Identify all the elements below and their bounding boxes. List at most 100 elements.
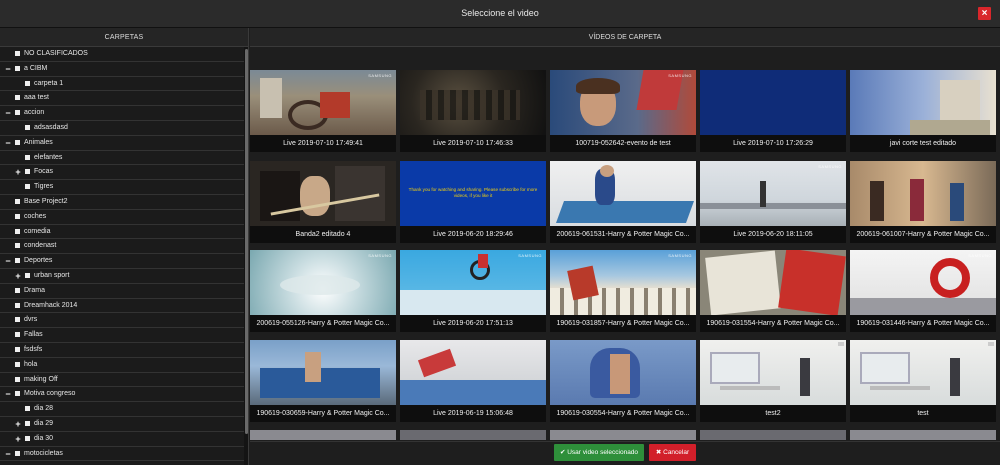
folder-label: aaa test [24, 94, 49, 102]
video-card[interactable]: Banda2 editado 4 [250, 161, 396, 243]
collapse-icon[interactable]: − [4, 254, 12, 268]
video-card[interactable]: SAMSUNG Live 2019-07-10 17:49:41 [250, 70, 396, 152]
videos-panel: VÍDEOS DE CARPETA SAMSUNG Live 2019-07-10… [250, 28, 1000, 465]
folder-label: elefantes [34, 153, 63, 161]
folder-icon [15, 317, 20, 323]
video-card[interactable]: SAMSUNG 200619-055126-Harry & Potter Magi… [250, 250, 396, 332]
cancel-button[interactable]: ✖ Cancelar [649, 444, 696, 461]
folder-item[interactable]: Fallas [0, 328, 244, 343]
expand-icon[interactable]: + [14, 432, 22, 446]
video-title: 190619-031554-Harry & Potter Magic Co... [700, 315, 846, 332]
video-card[interactable]: SAMSUNG Live 2019-06-20 18:11:05 [700, 161, 846, 243]
video-thumbnail [550, 161, 696, 226]
cancel-label: Cancelar [663, 449, 690, 456]
video-thumbnail: SAMSUNG [550, 70, 696, 135]
video-card[interactable]: Live 2019-06-19 15:06:48 [400, 340, 546, 422]
folder-icon [15, 450, 20, 456]
folder-item[interactable]: dvrs [0, 313, 244, 329]
folder-item[interactable]: Tigres [0, 180, 244, 195]
folder-icon [25, 184, 30, 190]
folder-item[interactable]: elefantes [0, 151, 244, 166]
folder-item[interactable]: hola [0, 358, 244, 373]
folder-item[interactable]: − Deportes [0, 254, 244, 269]
folders-scrollbar-thumb[interactable] [245, 49, 248, 434]
video-card[interactable] [700, 430, 846, 440]
video-thumbnail [250, 161, 396, 226]
video-thumbnail: SAMSUNG [250, 250, 396, 315]
folder-item[interactable]: making Off [0, 373, 244, 388]
folder-icon [15, 228, 20, 234]
video-card[interactable]: SAMSUNG 100719-052642-evento de test [550, 70, 696, 152]
video-thumbnail [550, 430, 696, 440]
dialog-titlebar: Seleccione el video × [0, 0, 1000, 28]
use-selected-video-button[interactable]: ✔ Usar video seleccionado [554, 444, 644, 461]
expand-icon[interactable]: + [14, 165, 22, 179]
folder-item[interactable]: − accion [0, 106, 244, 121]
folder-icon [15, 287, 20, 293]
folder-item[interactable]: Dreamhack 2014 [0, 299, 244, 314]
folder-label: condenast [24, 242, 57, 250]
folder-icon [25, 154, 30, 160]
folder-icon [25, 435, 30, 441]
video-card[interactable]: 190619-030659-Harry & Potter Magic Co... [250, 340, 396, 422]
folder-item[interactable]: Base Project2 [0, 195, 244, 210]
video-card[interactable]: Live 2019-07-10 17:26:29 [700, 70, 846, 152]
video-card[interactable] [400, 430, 546, 440]
folder-label: Focas [34, 168, 54, 176]
video-card[interactable]: Live 2019-07-10 17:46:33 [400, 70, 546, 152]
video-card[interactable] [850, 430, 996, 440]
folder-item[interactable]: − Motiva congreso [0, 387, 244, 403]
video-card[interactable]: SAMSUNG 190619-031857-Harry & Potter Magi… [550, 250, 696, 332]
folder-label: Motiva congreso [24, 390, 76, 398]
folder-item[interactable]: fsdsfs [0, 343, 244, 358]
folder-icon [15, 95, 20, 101]
folder-icon [25, 406, 30, 412]
folder-label: hola [24, 360, 38, 368]
video-title: 200619-061531-Harry & Potter Magic Co... [550, 226, 696, 243]
video-card[interactable]: javi corte test editado [850, 70, 996, 152]
video-card[interactable]: 200619-061531-Harry & Potter Magic Co... [550, 161, 696, 243]
videos-header: VÍDEOS DE CARPETA [250, 28, 1000, 47]
folder-item[interactable]: Drama [0, 284, 244, 299]
folder-item[interactable]: adsasdasd [0, 121, 244, 136]
folder-item[interactable]: − a CIBM [0, 62, 244, 77]
folder-item[interactable]: − motocicletas [0, 447, 244, 462]
folder-item[interactable]: coches [0, 210, 244, 225]
video-card[interactable]: SAMSUNG Live 2019-06-20 17:51:13 [400, 250, 546, 332]
folder-item[interactable]: + urban sport [0, 269, 244, 284]
folder-icon [15, 302, 20, 308]
folder-icon [15, 346, 20, 352]
folder-item[interactable]: condenast [0, 239, 244, 255]
video-card[interactable]: 190619-030554-Harry & Potter Magic Co... [550, 340, 696, 422]
folder-item[interactable]: carpeta 1 [0, 77, 244, 92]
expand-icon[interactable]: + [14, 417, 22, 431]
expand-icon[interactable]: + [14, 269, 22, 283]
video-card[interactable]: SAMSUNG 190619-031446-Harry & Potter Magi… [850, 250, 996, 332]
close-button[interactable]: × [978, 7, 991, 20]
folder-item[interactable]: + dia 30 [0, 432, 244, 447]
video-card[interactable] [250, 430, 396, 440]
folder-item[interactable]: comedia [0, 225, 244, 240]
video-title: Live 2019-06-20 18:29:46 [400, 226, 546, 243]
video-title: 190619-031446-Harry & Potter Magic Co... [850, 315, 996, 332]
collapse-icon[interactable]: − [4, 447, 12, 461]
folder-item[interactable]: dia 28 [0, 402, 244, 417]
video-card[interactable]: 190619-031554-Harry & Potter Magic Co... [700, 250, 846, 332]
video-card[interactable]: test [850, 340, 996, 422]
collapse-icon[interactable]: − [4, 136, 12, 150]
video-card[interactable]: Thank you for watching and sharing. Plea… [400, 161, 546, 243]
folder-item[interactable]: aaa test [0, 91, 244, 107]
folder-item[interactable]: + dia 29 [0, 417, 244, 432]
folder-label: Deportes [24, 257, 53, 265]
folder-label: Dreamhack 2014 [24, 301, 78, 309]
video-card[interactable]: test2 [700, 340, 846, 422]
collapse-icon[interactable]: − [4, 106, 12, 120]
folder-item[interactable]: + Focas [0, 165, 244, 181]
collapse-icon[interactable]: − [4, 62, 12, 76]
video-card[interactable] [550, 430, 696, 440]
collapse-icon[interactable]: − [4, 387, 12, 401]
folder-item[interactable]: − Animales [0, 136, 244, 151]
folders-panel: CARPETAS NO CLASIFICADOS − a CIBM carpeta 1… [0, 28, 249, 465]
video-card[interactable]: 200619-061007-Harry & Potter Magic Co... [850, 161, 996, 243]
folder-item[interactable]: NO CLASIFICADOS [0, 47, 244, 62]
